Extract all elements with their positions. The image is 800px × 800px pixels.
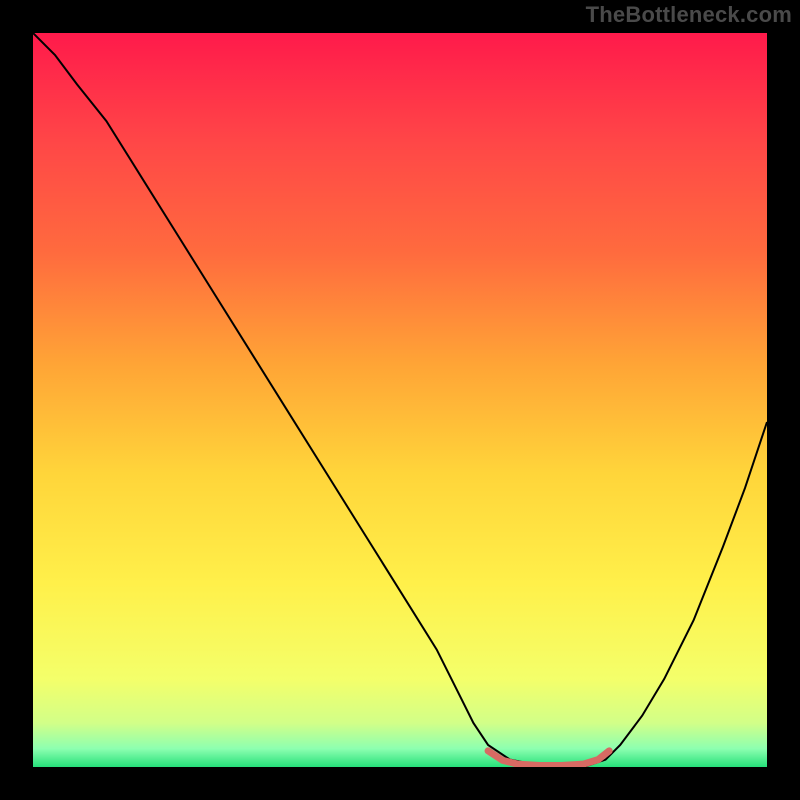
bottleneck-chart bbox=[33, 33, 767, 767]
chart-frame: TheBottleneck.com bbox=[0, 0, 800, 800]
watermark-text: TheBottleneck.com bbox=[586, 2, 792, 28]
chart-svg bbox=[33, 33, 767, 767]
heat-gradient-background bbox=[33, 33, 767, 767]
